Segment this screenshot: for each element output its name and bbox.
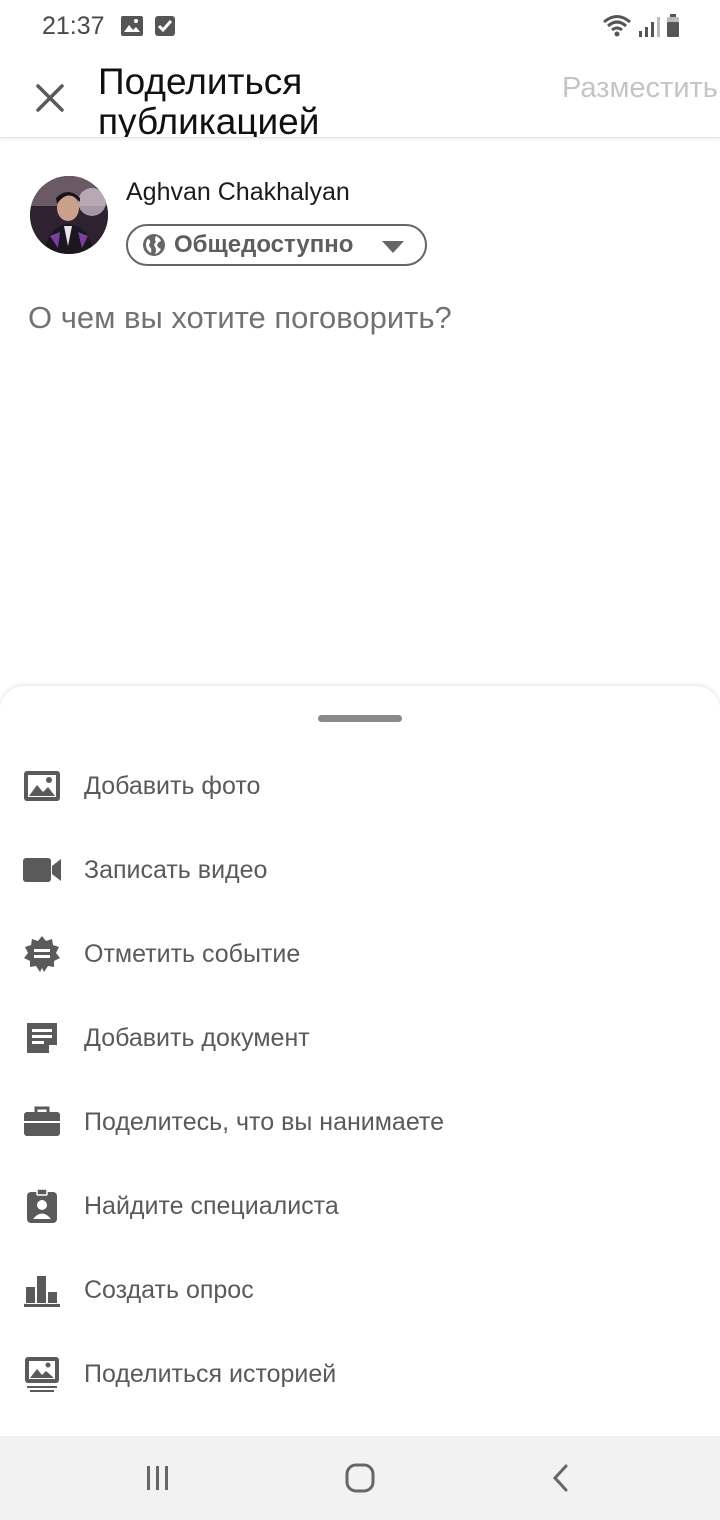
poll-icon: [22, 1270, 62, 1310]
story-icon: [22, 1354, 62, 1394]
wifi-icon: [602, 14, 632, 43]
document-icon: [22, 1018, 62, 1058]
recent-apps-icon: [147, 1466, 168, 1490]
menu-item-share-hiring[interactable]: Поделитесь, что вы нанимаете: [0, 1080, 720, 1164]
menu-item-label: Поделитесь, что вы нанимаете: [84, 1107, 444, 1136]
video-camera-icon: [22, 850, 62, 890]
celebrate-badge-icon: [22, 934, 62, 974]
add-content-sheet: Добавить фото Записать видео Отметить со…: [0, 686, 720, 1438]
menu-item-label: Создать опрос: [84, 1275, 254, 1304]
post-text-input[interactable]: О чем вы хотите поговорить?: [28, 300, 452, 336]
menu-item-label: Записать видео: [84, 855, 268, 884]
recent-apps-button[interactable]: [138, 1458, 178, 1498]
menu-item-label: Добавить документ: [84, 1023, 310, 1052]
battery-icon: [666, 14, 680, 43]
home-icon: [345, 1463, 375, 1493]
status-bar: 21:37: [0, 0, 720, 56]
signal-icon: [638, 16, 660, 43]
back-button[interactable]: [542, 1458, 582, 1498]
system-navigation-bar: [0, 1436, 720, 1520]
status-time: 21:37: [42, 12, 105, 40]
avatar[interactable]: [30, 176, 108, 254]
menu-item-label: Поделиться историей: [84, 1359, 337, 1388]
menu-item-share-story[interactable]: Поделиться историей: [0, 1332, 720, 1416]
close-icon: [36, 84, 64, 112]
back-icon: [552, 1464, 568, 1492]
image-notification-icon: [120, 15, 144, 42]
menu-item-add-document[interactable]: Добавить документ: [0, 996, 720, 1080]
photo-icon: [22, 766, 62, 806]
visibility-selector[interactable]: Общедоступно: [126, 224, 427, 266]
home-button[interactable]: [340, 1458, 380, 1498]
post-button[interactable]: Разместить: [562, 70, 718, 106]
menu-item-celebrate[interactable]: Отметить событие: [0, 912, 720, 996]
menu-item-add-photo[interactable]: Добавить фото: [0, 744, 720, 828]
menu-item-label: Найдите специалиста: [84, 1191, 339, 1220]
menu-item-find-specialist[interactable]: Найдите специалиста: [0, 1164, 720, 1248]
globe-icon: [143, 234, 165, 256]
sheet-drag-handle[interactable]: [318, 715, 402, 722]
author-name: Aghvan Chakhalyan: [126, 178, 350, 206]
menu-item-label: Добавить фото: [84, 771, 261, 800]
system-status-icons: [602, 14, 680, 43]
caret-down-icon: [382, 241, 404, 253]
briefcase-icon: [22, 1102, 62, 1142]
page-title: Поделиться публикацией: [98, 61, 320, 138]
menu-item-create-poll[interactable]: Создать опрос: [0, 1248, 720, 1332]
share-post-header: Поделиться публикацией Разместить: [0, 56, 720, 138]
menu-item-label: Отметить событие: [84, 939, 301, 968]
checkbox-notification-icon: [154, 15, 176, 42]
close-button[interactable]: [30, 78, 70, 118]
menu-item-record-video[interactable]: Записать видео: [0, 828, 720, 912]
visibility-label: Общедоступно: [174, 231, 354, 258]
id-badge-icon: [22, 1186, 62, 1226]
